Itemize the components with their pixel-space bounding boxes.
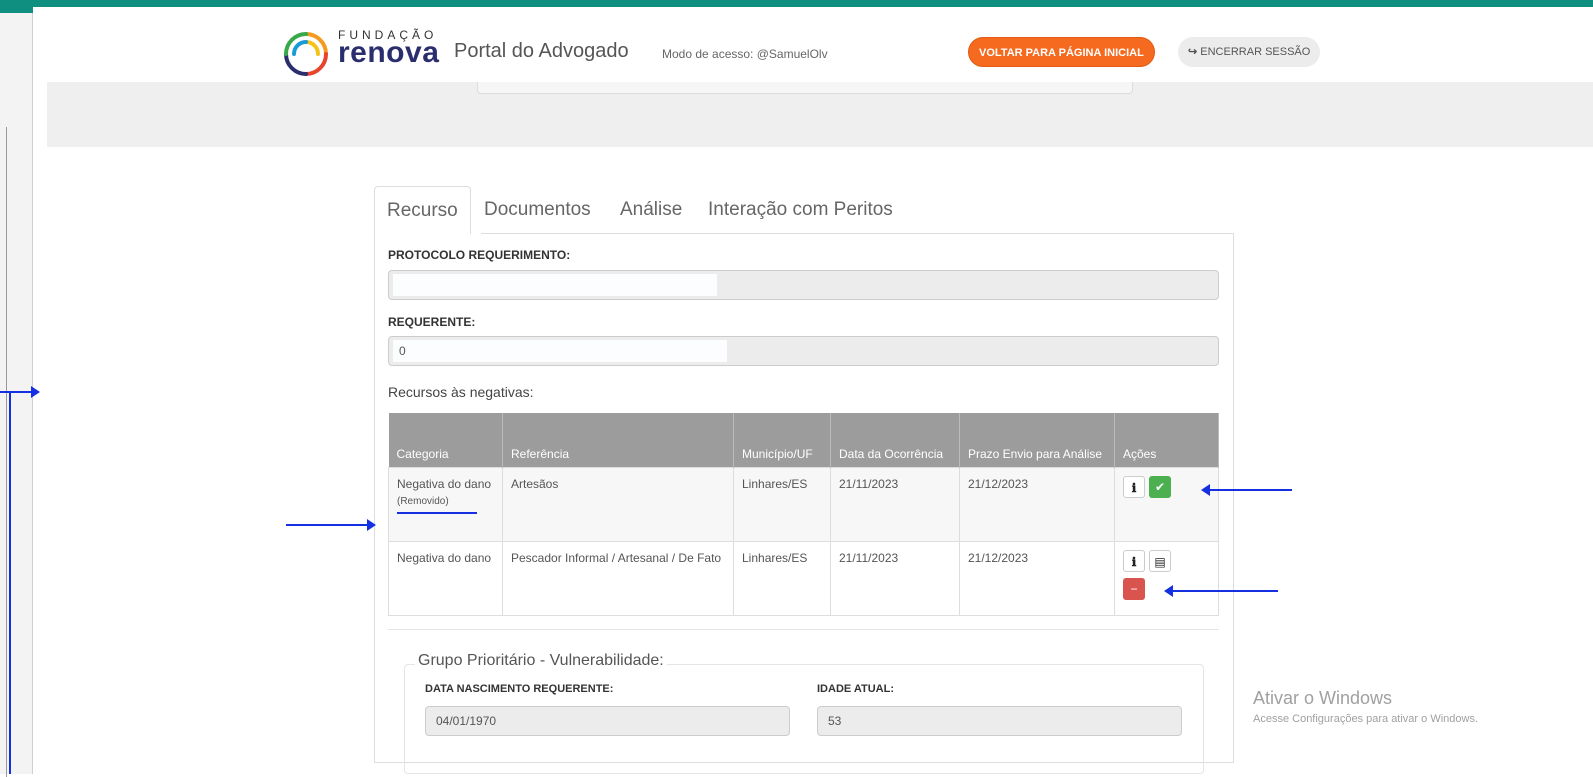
removed-underline [397,511,477,514]
table-row: Negativa do dano Pescador Informal / Art… [388,540,1219,616]
cell-acoes: ℹ ✔ [1114,466,1219,542]
cell-categoria: Negativa do dano (Removido) [388,466,503,542]
cell-data: 21/11/2023 [830,540,960,616]
table-header-row: Categoria Referência Município/UF Data d… [388,413,1219,467]
birth-date-value: 04/01/1970 [436,714,497,728]
col-prazo: Prazo Envio para Análise [959,413,1115,467]
windows-activation-watermark: Ativar o Windows Acesse Configurações pa… [1253,688,1478,725]
site-header: FUNDAÇÃO renova Portal do Advogado Modo … [280,20,1380,80]
requerente-value: 0 [399,344,406,358]
annotation-arrow-ok-action [1201,484,1292,496]
header-gray-band [47,82,1593,147]
removed-status: (Removido) [397,495,449,507]
tab-interacao-peritos[interactable]: Interação com Peritos [696,186,905,234]
minus-circle-icon[interactable]: − [1123,577,1145,600]
tab-panel-recurso: PROTOCOLO REQUERIMENTO: REQUERENTE: 0 Re… [374,233,1234,774]
col-data: Data da Ocorrência [830,413,960,467]
cell-categoria: Negativa do dano [388,540,503,616]
renova-logo-icon [284,32,328,76]
tab-recurso[interactable]: Recurso [374,186,471,234]
info-icon[interactable]: ℹ [1123,475,1145,498]
table-row: Negativa do dano (Removido) Artesãos Lin… [388,466,1219,542]
access-mode-text: Modo de acesso: @SamuelOlv [662,47,828,61]
birth-date-label: DATA NASCIMENTO REQUERENTE: [425,683,614,695]
watermark-subtitle: Acesse Configurações para ativar o Windo… [1253,713,1478,725]
age-label: IDADE ATUAL: [817,683,894,695]
appeals-title: Recursos às negativas: [388,384,534,400]
cell-referencia: Artesãos [502,466,734,542]
portal-title: Portal do Advogado [454,40,629,62]
cell-referencia: Pescador Informal / Artesanal / De Fato [502,540,734,616]
folder-open-icon[interactable]: ▤ [1149,549,1171,572]
brand-main-text: renova [338,36,440,69]
col-acoes: Ações [1114,413,1219,467]
cell-municipio: Linhares/ES [733,466,831,542]
categoria-text: Negativa do dano [397,476,492,491]
birth-date-field[interactable]: 04/01/1970 [425,706,790,736]
left-annotation-line [9,393,11,774]
back-home-button[interactable]: VOLTAR PARA PÁGINA INICIAL [968,37,1155,67]
age-value: 53 [828,714,842,728]
annotation-arrow-remove-action [1164,585,1278,597]
col-referencia: Referência [502,413,734,467]
watermark-title: Ativar o Windows [1253,688,1393,708]
cell-acoes: ℹ ▤ − [1114,540,1219,616]
appeal-content: Recurso Documentos Análise Interação com… [374,186,1234,774]
tab-documentos[interactable]: Documentos [472,186,603,234]
protocolo-field[interactable] [388,270,1219,300]
logout-button[interactable]: ↪ ENCERRAR SESSÃO [1178,37,1321,67]
logout-label: ENCERRAR SESSÃO [1200,46,1311,58]
tab-analise[interactable]: Análise [608,186,694,234]
requerente-field[interactable]: 0 [388,336,1219,366]
cell-data: 21/11/2023 [830,466,960,542]
requerente-label: REQUERENTE: [388,315,476,329]
col-municipio: Município/UF [733,413,831,467]
cell-municipio: Linhares/ES [733,540,831,616]
section-divider [388,629,1219,630]
priority-group-legend: Grupo Prioritário - Vulnerabilidade: [415,652,667,670]
tab-bar: Recurso Documentos Análise Interação com… [374,186,1234,234]
top-accent-bar [0,7,33,13]
col-categoria: Categoria [388,413,503,467]
check-icon[interactable]: ✔ [1149,475,1171,498]
protocolo-label: PROTOCOLO REQUERIMENTO: [388,248,571,262]
appeals-table: Categoria Referência Município/UF Data d… [388,413,1219,616]
info-icon[interactable]: ℹ [1123,549,1145,572]
logout-icon: ↪ [1188,46,1198,58]
cell-prazo: 21/12/2023 [959,466,1115,542]
annotation-arrow-removed [286,519,376,531]
age-field[interactable]: 53 [817,706,1182,736]
annotation-arrow-left-panel [0,386,40,398]
cell-prazo: 21/12/2023 [959,540,1115,616]
brand-wordmark: FUNDAÇÃO renova [338,28,440,69]
